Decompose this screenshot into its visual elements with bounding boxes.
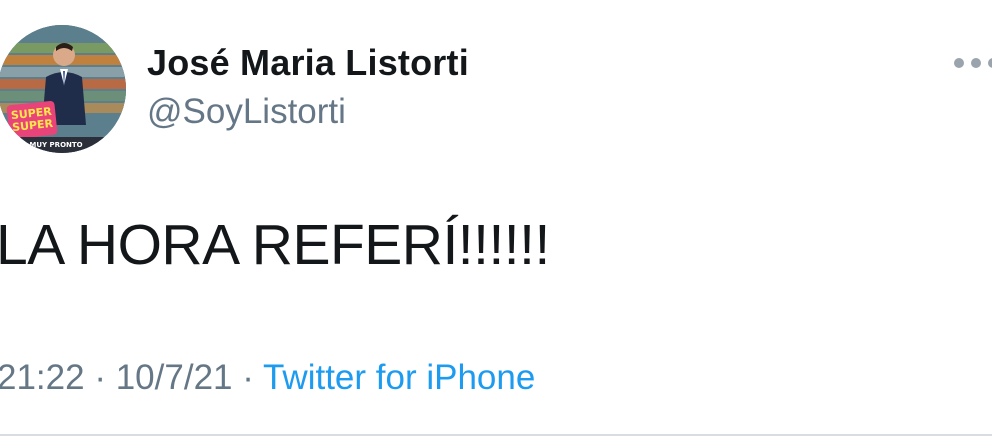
meta-separator: · — [94, 358, 106, 397]
avatar-caption: MUY PRONTO — [29, 141, 82, 149]
more-dot — [954, 58, 964, 68]
avatar-image: SUPER SUPER MUY PRONTO — [0, 25, 126, 153]
tweet-card: SUPER SUPER MUY PRONTO José Maria Listor… — [0, 0, 992, 441]
author-name[interactable]: José Maria Listorti — [147, 42, 469, 84]
tweet-date[interactable]: 10/7/21 — [116, 358, 233, 397]
avatar[interactable]: SUPER SUPER MUY PRONTO — [0, 25, 126, 153]
tweet-meta: 21:22 · 10/7/21 · Twitter for iPhone — [0, 358, 535, 398]
divider — [0, 434, 992, 436]
more-dot — [988, 58, 992, 68]
tweet-source-link[interactable]: Twitter for iPhone — [263, 358, 535, 397]
tweet-time[interactable]: 21:22 — [0, 358, 85, 397]
more-dot — [971, 58, 981, 68]
more-dots-icon[interactable] — [954, 58, 992, 68]
author-handle[interactable]: @SoyListorti — [147, 92, 346, 132]
tweet-text: LA HORA REFERÍ!!!!!! — [0, 213, 550, 277]
meta-separator: · — [242, 358, 254, 397]
